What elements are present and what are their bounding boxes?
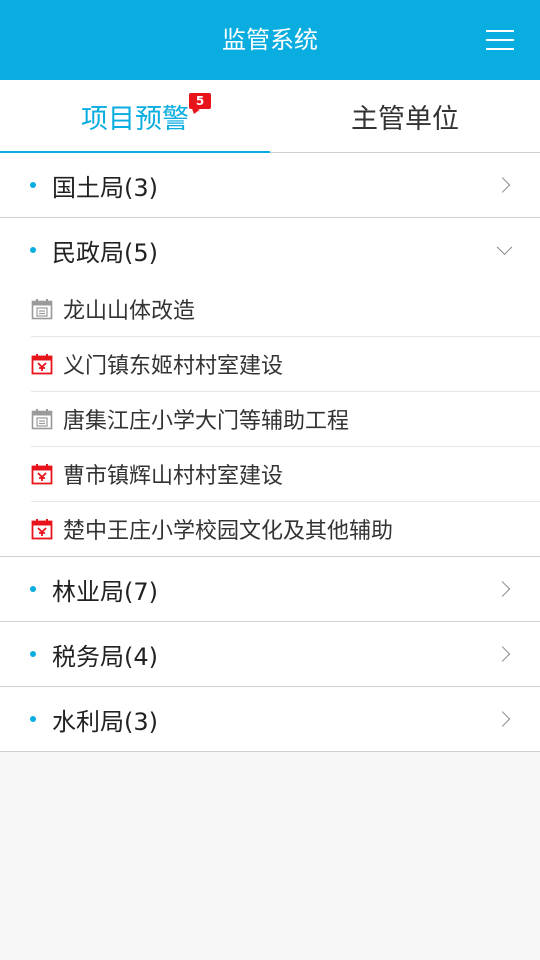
- tab-label: 项目预警 5: [81, 92, 211, 136]
- bullet-dot-icon: [30, 586, 36, 592]
- chevron-right-icon: [494, 177, 511, 193]
- tab-project-warning[interactable]: 项目预警 5: [0, 80, 270, 153]
- project-name: 龙山山体改造: [63, 299, 196, 324]
- calendar-warning-icon: [31, 354, 53, 375]
- department-item-tax[interactable]: 税务局(4): [0, 622, 540, 687]
- department-name: 国土局(3): [52, 173, 158, 202]
- calendar-normal-icon: [31, 409, 53, 430]
- warning-count-badge: 5: [189, 92, 211, 109]
- project-item[interactable]: 义门镇东姬村村室建设: [31, 337, 540, 392]
- calendar-warning-icon: [31, 464, 53, 485]
- project-item[interactable]: 龙山山体改造: [31, 282, 540, 337]
- project-name: 曹市镇辉山村村室建设: [63, 464, 284, 489]
- department-item-forestry[interactable]: 林业局(7): [0, 557, 540, 622]
- department-item-water[interactable]: 水利局(3): [0, 687, 540, 752]
- calendar-normal-icon: [31, 299, 53, 320]
- chevron-right-icon: [494, 646, 511, 662]
- bullet-dot-icon: [30, 182, 36, 188]
- app-header: 监管系统: [0, 0, 540, 80]
- page-title: 监管系统: [222, 26, 318, 54]
- department-list: 国土局(3) 民政局(5) 龙山山体改造 义门镇东姬村村室建设 唐集江庄小学大门…: [0, 153, 540, 752]
- department-name: 水利局(3): [52, 707, 158, 736]
- project-name: 楚中王庄小学校园文化及其他辅助: [63, 519, 394, 544]
- chevron-right-icon: [494, 581, 511, 597]
- tab-bar: 项目预警 5 主管单位: [0, 80, 540, 153]
- project-name: 唐集江庄小学大门等辅助工程: [63, 409, 350, 434]
- department-name: 税务局(4): [52, 642, 158, 671]
- department-item-land[interactable]: 国土局(3): [0, 153, 540, 218]
- department-name: 民政局(5): [52, 238, 158, 267]
- bullet-dot-icon: [30, 651, 36, 657]
- chevron-down-icon: [496, 239, 513, 256]
- department-item-civil-affairs[interactable]: 民政局(5): [0, 218, 540, 282]
- hamburger-menu-icon[interactable]: [486, 28, 514, 52]
- project-item[interactable]: 唐集江庄小学大门等辅助工程: [31, 392, 540, 447]
- calendar-warning-icon: [31, 519, 53, 540]
- project-item[interactable]: 曹市镇辉山村村室建设: [31, 447, 540, 502]
- bullet-dot-icon: [30, 247, 36, 253]
- bullet-dot-icon: [30, 716, 36, 722]
- chevron-right-icon: [494, 711, 511, 727]
- project-item[interactable]: 楚中王庄小学校园文化及其他辅助: [31, 502, 540, 556]
- department-name: 林业局(7): [52, 577, 158, 606]
- tab-label: 主管单位: [351, 103, 459, 135]
- project-name: 义门镇东姬村村室建设: [63, 354, 284, 379]
- tab-supervising-unit[interactable]: 主管单位: [270, 80, 540, 152]
- project-list: 龙山山体改造 义门镇东姬村村室建设 唐集江庄小学大门等辅助工程 曹市镇辉山村村室…: [0, 282, 540, 557]
